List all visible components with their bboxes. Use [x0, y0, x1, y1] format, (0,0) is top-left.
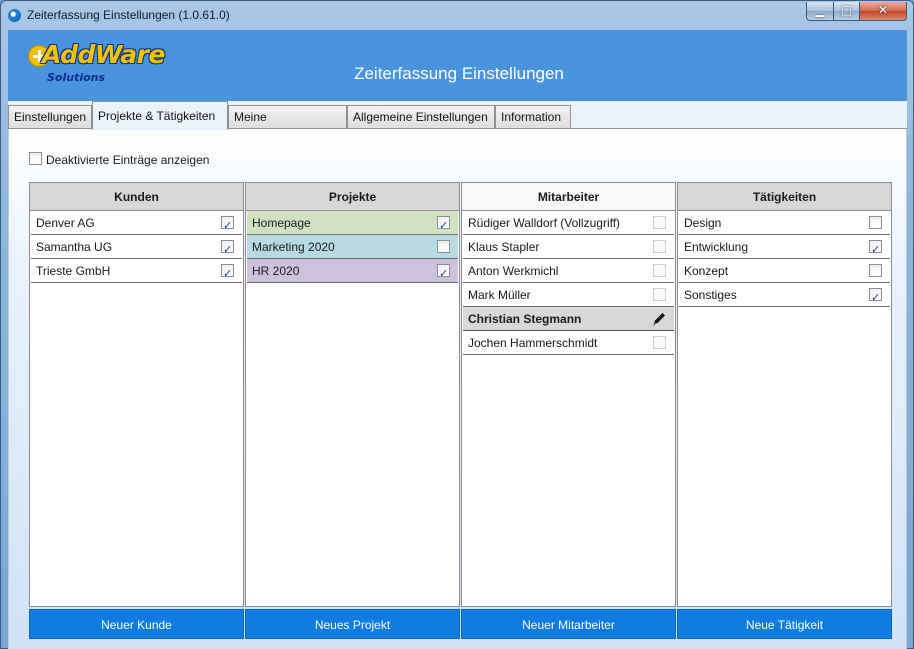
kunden-column: Kunden Denver AG Samantha UG Trieste Gmb… — [29, 182, 244, 607]
item-label: HR 2020 — [252, 264, 300, 278]
item-label: Design — [684, 216, 722, 230]
item-checkbox[interactable] — [653, 336, 666, 349]
tab-information[interactable]: Information — [495, 105, 571, 130]
item-label: Entwicklung — [684, 240, 749, 254]
item-label: Homepage — [252, 216, 311, 230]
item-label: Konzept — [684, 264, 729, 278]
page-title: Zeiterfassung Einstellungen — [354, 64, 564, 83]
item-label: Sonstiges — [684, 288, 737, 302]
application-window: Zeiterfassung Einstellungen (1.0.61.0) ▁… — [0, 0, 914, 649]
title-bar[interactable]: Zeiterfassung Einstellungen (1.0.61.0) ▁… — [1, 1, 913, 29]
item-label: Jochen Hammerschmidt — [468, 336, 598, 350]
list-item[interactable]: Samantha UG — [31, 235, 242, 262]
list-item[interactable]: Entwicklung — [679, 235, 890, 262]
tab-meine-einstellungen[interactable]: Meine Einstellungen — [228, 105, 347, 146]
new-project-button[interactable]: Neues Projekt — [245, 609, 460, 639]
item-checkbox[interactable] — [653, 288, 666, 301]
projekte-header: Projekte — [246, 183, 459, 211]
list-item[interactable]: Trieste GmbH — [31, 259, 242, 286]
mitarbeiter-column: Mitarbeiter Rüdiger Walldorf (Vollzugrif… — [461, 182, 676, 607]
new-customer-button[interactable]: Neuer Kunde — [29, 609, 244, 639]
mitarbeiter-header: Mitarbeiter — [462, 183, 675, 211]
show-disabled-label: Deaktivierte Einträge anzeigen — [46, 153, 210, 167]
tab-einstellungen[interactable]: Einstellungen — [8, 105, 92, 130]
list-item[interactable]: Rüdiger Walldorf (Vollzugriff) — [463, 211, 674, 235]
list-item[interactable]: Klaus Stapler — [463, 235, 674, 259]
list-item[interactable]: Konzept — [679, 259, 890, 283]
taetigkeiten-column: Tätigkeiten Design Entwicklung Konzept S… — [677, 182, 892, 607]
kunden-header: Kunden — [30, 183, 243, 211]
projekte-column: Projekte Homepage Marketing 2020 HR 2020 — [245, 182, 460, 607]
minimize-icon: ▁ — [815, 3, 825, 17]
item-label: Denver AG — [36, 216, 95, 230]
pencil-icon[interactable] — [651, 311, 667, 327]
header-banner: AddWare Solutions Zeiterfassung Einstell… — [8, 30, 907, 101]
addware-logo: AddWare Solutions — [28, 40, 178, 89]
item-label: Klaus Stapler — [468, 240, 540, 254]
list-item[interactable]: Marketing 2020 — [247, 235, 458, 259]
item-checkbox[interactable] — [653, 240, 666, 253]
item-label: Rüdiger Walldorf (Vollzugriff) — [468, 216, 621, 230]
list-item[interactable]: Mark Müller — [463, 283, 674, 307]
item-label: Christian Stegmann — [468, 312, 582, 326]
new-activity-button[interactable]: Neue Tätigkeit — [677, 609, 892, 639]
item-checkbox[interactable] — [869, 238, 882, 262]
item-checkbox[interactable] — [653, 264, 666, 277]
logo-wordmark: AddWare — [42, 40, 165, 69]
item-label: Mark Müller — [468, 288, 531, 302]
list-item-editing[interactable]: Christian Stegmann — [463, 307, 674, 331]
tab-content: Deaktivierte Einträge anzeigen Kunden De… — [8, 129, 907, 649]
list-item[interactable]: Anton Werkmichl — [463, 259, 674, 283]
maximize-icon: □ — [840, 3, 853, 17]
list-item[interactable]: Denver AG — [31, 211, 242, 238]
item-checkbox[interactable] — [437, 240, 450, 253]
item-checkbox[interactable] — [653, 216, 666, 229]
item-checkbox[interactable] — [221, 238, 234, 262]
logo-subtitle: Solutions — [47, 71, 106, 84]
list-item[interactable]: Jochen Hammerschmidt — [463, 331, 674, 355]
item-checkbox[interactable] — [869, 264, 882, 277]
list-item[interactable]: Design — [679, 211, 890, 235]
minimize-button[interactable]: ▁ — [806, 2, 834, 21]
item-checkbox[interactable] — [869, 286, 882, 310]
tab-projekte-taetigkeiten[interactable]: Projekte & Tätigkeiten — [92, 101, 228, 130]
item-label: Trieste GmbH — [36, 264, 111, 278]
client-area: AddWare Solutions Zeiterfassung Einstell… — [8, 30, 907, 649]
item-label: Samantha UG — [36, 240, 113, 254]
close-icon: ✕ — [877, 3, 889, 17]
list-item[interactable]: Sonstiges — [679, 283, 890, 310]
item-checkbox[interactable] — [221, 214, 234, 238]
show-disabled-checkbox[interactable] — [29, 152, 42, 165]
item-checkbox[interactable] — [221, 262, 234, 286]
item-checkbox[interactable] — [437, 214, 450, 238]
new-employee-button[interactable]: Neuer Mitarbeiter — [461, 609, 676, 639]
tab-allgemeine-einstellungen[interactable]: Allgemeine Einstellungen — [347, 105, 495, 130]
app-clock-icon[interactable] — [8, 9, 21, 22]
window-title: Zeiterfassung Einstellungen (1.0.61.0) — [27, 8, 230, 22]
list-item[interactable]: HR 2020 — [247, 259, 458, 286]
item-checkbox[interactable] — [437, 262, 450, 286]
item-checkbox[interactable] — [869, 216, 882, 229]
tab-strip: Einstellungen Projekte & Tätigkeiten Mei… — [8, 101, 907, 146]
maximize-button[interactable]: □ — [833, 2, 860, 21]
list-item[interactable]: Homepage — [247, 211, 458, 238]
taetigkeiten-header: Tätigkeiten — [678, 183, 891, 211]
item-label: Anton Werkmichl — [468, 264, 559, 278]
close-button[interactable]: ✕ — [859, 2, 907, 21]
item-label: Marketing 2020 — [252, 240, 335, 254]
